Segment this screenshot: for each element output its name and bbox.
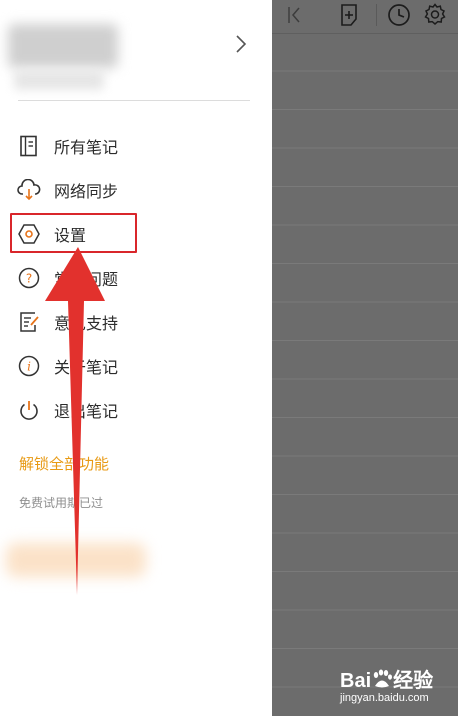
panel-collapse-icon[interactable] bbox=[282, 2, 308, 28]
chevron-right-icon[interactable] bbox=[232, 33, 250, 55]
toolbar-separator bbox=[376, 4, 377, 26]
new-note-icon[interactable] bbox=[336, 2, 362, 28]
svg-text:i: i bbox=[27, 360, 31, 374]
settings-highlight-box bbox=[10, 213, 137, 253]
trial-expired-text: 免费试用期已过 bbox=[19, 496, 104, 510]
menu-item-label: 关于笔记 bbox=[54, 358, 119, 377]
profile-name-blurred[interactable] bbox=[8, 24, 118, 68]
promo-banner-blurred[interactable] bbox=[6, 543, 146, 577]
svg-text:?: ? bbox=[26, 272, 32, 286]
menu-item-label: 意见支持 bbox=[54, 314, 119, 333]
menu-item-faq[interactable]: ? 常见问题 bbox=[16, 260, 216, 296]
paw-icon bbox=[373, 669, 393, 688]
menu-item-label: 网络同步 bbox=[54, 182, 119, 201]
menu-item-all-notes[interactable]: 所有笔记 bbox=[16, 128, 216, 164]
baidu-jingyan-watermark: Bai 经验 jingyan.baidu.com bbox=[340, 660, 452, 710]
clock-icon[interactable] bbox=[386, 2, 412, 28]
navigation-drawer: 所有笔记 网络同步 设置 ? 常见问题 意见支持 i 关于笔记 退出笔记 解锁全… bbox=[0, 0, 272, 716]
cloud-sync-icon bbox=[16, 177, 42, 203]
question-circle-icon: ? bbox=[16, 265, 42, 291]
menu-item-label: 退出笔记 bbox=[54, 402, 119, 421]
info-circle-icon: i bbox=[16, 353, 42, 379]
menu-item-feedback[interactable]: 意见支持 bbox=[16, 304, 216, 340]
power-icon bbox=[16, 397, 42, 423]
notebook-icon bbox=[16, 133, 42, 159]
gear-icon[interactable] bbox=[422, 2, 448, 28]
menu-item-about[interactable]: i 关于笔记 bbox=[16, 348, 216, 384]
menu-item-label: 所有笔记 bbox=[54, 138, 119, 157]
watermark-site: jingyan.baidu.com bbox=[340, 692, 429, 704]
unlock-all-features-link[interactable]: 解锁全部功能 bbox=[19, 453, 109, 474]
profile-divider bbox=[18, 100, 250, 101]
watermark-logo: Bai 经验 bbox=[340, 669, 434, 692]
menu-item-network-sync[interactable]: 网络同步 bbox=[16, 172, 216, 208]
feedback-icon bbox=[16, 309, 42, 335]
menu-item-exit[interactable]: 退出笔记 bbox=[16, 392, 216, 428]
menu-item-label: 常见问题 bbox=[54, 270, 119, 289]
profile-subtitle-blurred bbox=[14, 70, 104, 90]
note-editor-panel-dimmed[interactable] bbox=[272, 0, 458, 716]
note-toolbar bbox=[272, 0, 458, 34]
